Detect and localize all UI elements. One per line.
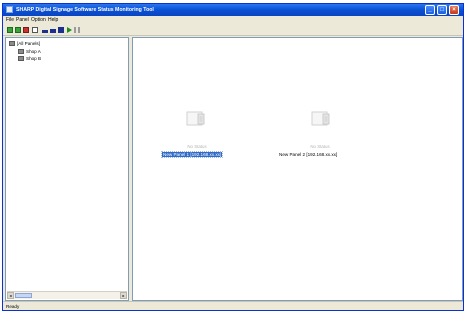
panel-group-icon (9, 41, 15, 47)
app-icon (6, 6, 13, 13)
scroll-right-arrow-icon[interactable]: ▸ (120, 292, 127, 299)
properties-icon[interactable] (32, 27, 38, 33)
panel-large-icon[interactable] (58, 27, 64, 33)
app-window: SHARP Digital Signage Software Status Mo… (2, 3, 464, 311)
play-icon[interactable] (67, 27, 72, 33)
status-bar: Ready (3, 301, 463, 311)
window-title: SHARP Digital Signage Software Status Mo… (16, 7, 154, 13)
menu-panel[interactable]: Panel (16, 17, 29, 23)
panel-group-icon (18, 56, 24, 62)
tree-root[interactable]: [All Panels] (9, 41, 40, 47)
panel-view: No Status New Panel 1 [192.168.xx.xx] No… (132, 37, 463, 301)
tree-item-label: Shop B (26, 56, 42, 61)
panel-tree: [All Panels] Shop A Shop B ◂ ▸ (5, 37, 129, 301)
panel-medium-icon[interactable] (50, 29, 56, 33)
panel-name-2[interactable]: New Panel 2 [192.168.xx.xx] (278, 152, 338, 157)
panel-status: No Status (310, 144, 330, 149)
panel-status: No Status (187, 144, 207, 149)
tree-item-shop-b[interactable]: Shop B (18, 56, 41, 62)
monitor-panel-icon[interactable] (310, 110, 332, 128)
menu-file[interactable]: File (6, 17, 14, 23)
monitor-panel-icon[interactable] (185, 110, 207, 128)
minimize-button[interactable]: _ (425, 5, 435, 15)
horizontal-scrollbar[interactable]: ◂ ▸ (7, 291, 127, 299)
menu-option[interactable]: Option (31, 17, 46, 23)
green-square-icon[interactable] (7, 27, 13, 33)
red-square-icon[interactable] (23, 27, 29, 33)
title-bar[interactable]: SHARP Digital Signage Software Status Mo… (3, 4, 463, 16)
panel-small-icon[interactable] (42, 30, 48, 33)
panel-group-icon (18, 49, 24, 55)
toolbar (3, 25, 463, 36)
green-square-icon[interactable] (15, 27, 21, 33)
tree-item-label: Shop A (26, 49, 41, 54)
tree-root-label: [All Panels] (17, 41, 40, 46)
maximize-button[interactable]: □ (437, 5, 447, 15)
scroll-left-arrow-icon[interactable]: ◂ (7, 292, 14, 299)
status-text: Ready (6, 304, 20, 309)
scroll-thumb[interactable] (15, 293, 32, 298)
menu-bar: File Panel Option Help (3, 16, 463, 25)
panel-name-1[interactable]: New Panel 1 [192.168.xx.xx] (160, 151, 224, 158)
pause-icon[interactable] (74, 27, 80, 33)
tree-item-shop-a[interactable]: Shop A (18, 49, 41, 55)
close-button[interactable]: × (449, 5, 459, 15)
menu-help[interactable]: Help (48, 17, 58, 23)
